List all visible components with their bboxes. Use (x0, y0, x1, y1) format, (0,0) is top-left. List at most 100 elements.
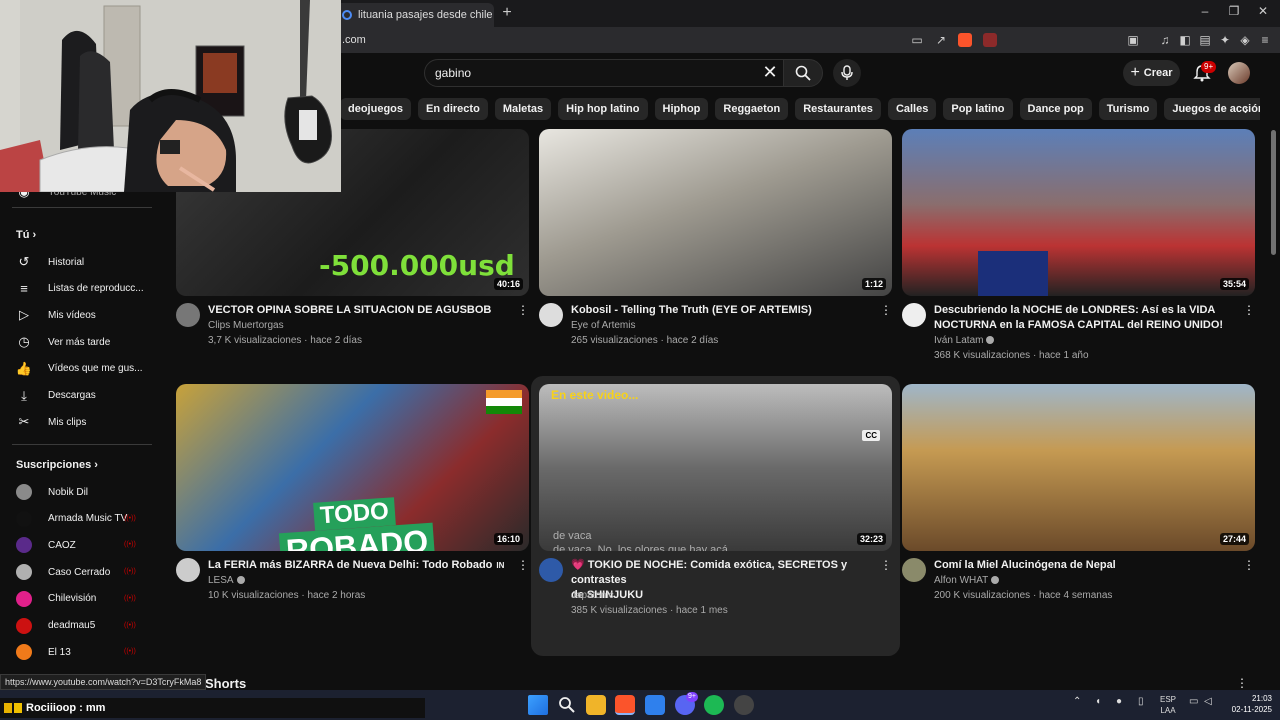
spotify-icon[interactable] (704, 695, 724, 715)
filter-chip[interactable]: Hiphop (654, 98, 709, 120)
filter-chip[interactable]: Restaurantes (795, 98, 881, 120)
channel-avatar[interactable] (176, 303, 200, 327)
video-title[interactable]: Kobosil - Telling The Truth (EYE OF ARTE… (571, 303, 871, 318)
steam-icon[interactable]: ● (1116, 696, 1122, 707)
video-card[interactable]: 1:12 Kobosil - Telling The Truth (EYE OF … (539, 129, 892, 346)
channel-name[interactable]: Alfon WHAT (934, 575, 1000, 586)
taskbar-search-icon[interactable] (557, 695, 577, 715)
headset-icon[interactable]: ◖ (1095, 696, 1101, 707)
microphone-icon[interactable]: ▯ (1138, 696, 1144, 707)
video-title[interactable]: Descubriendo la NOCHE de LONDRES: Así es… (934, 303, 1234, 333)
more-actions-icon[interactable]: ⋮ (517, 303, 529, 317)
brave-rewards-icon[interactable] (983, 33, 997, 47)
url-text[interactable]: .com (342, 34, 366, 46)
share-icon[interactable]: ↗ (934, 33, 948, 47)
channel-avatar[interactable] (902, 303, 926, 327)
filter-chip[interactable]: En directo (418, 98, 488, 120)
filter-chip[interactable]: Hip hop latino (558, 98, 648, 120)
leo-icon[interactable]: ✦ (1218, 33, 1232, 47)
video-thumbnail[interactable]: 27:44 (902, 384, 1255, 551)
video-thumbnail[interactable]: TODO ROBADO 16:10 (176, 384, 529, 551)
more-actions-icon[interactable]: ⋮ (1243, 303, 1255, 317)
subscription-item[interactable]: Nobik Dil (16, 481, 88, 503)
obs-icon[interactable] (734, 695, 754, 715)
channel-name[interactable]: Clips Muertorgas (208, 320, 284, 331)
sidebar-item-my-videos[interactable]: ▷ Mis vídeos (16, 304, 96, 326)
page-scrollbar[interactable] (1271, 130, 1276, 255)
filter-chip[interactable]: Dance pop (1019, 98, 1092, 120)
search-button[interactable] (783, 59, 823, 87)
tray-chevron-up-icon[interactable]: ⌃ (1073, 696, 1081, 707)
photos-app-icon[interactable] (645, 695, 665, 715)
cast-icon[interactable]: ▭ (910, 33, 924, 47)
filter-chip[interactable]: Pop latino (943, 98, 1013, 120)
sidebar-item-clock[interactable]: ◷ Ver más tarde (16, 331, 110, 353)
language-indicator[interactable]: ESP LAA (1160, 694, 1176, 716)
subscription-item[interactable]: CAOZ (16, 534, 76, 556)
video-thumbnail[interactable]: 35:54 (902, 129, 1255, 296)
network-icon[interactable]: ▭ (1189, 696, 1198, 707)
shorts-more-icon[interactable]: ⋮ (1236, 676, 1248, 690)
vpn-icon[interactable]: ◈ (1238, 33, 1252, 47)
subscription-item[interactable]: Armada Music TV (16, 508, 127, 530)
filter-chip[interactable]: Calles (887, 98, 937, 120)
create-button[interactable]: + Crear (1123, 60, 1180, 86)
file-explorer-icon[interactable] (586, 695, 606, 715)
chevron-right-icon[interactable]: › (1244, 101, 1249, 117)
channel-name[interactable]: Eye of Artemis (571, 320, 635, 331)
channel-name[interactable]: LESA (208, 575, 245, 586)
channel-avatar[interactable] (176, 558, 200, 582)
sidebar-item-history[interactable]: ↺ Historial (16, 251, 85, 273)
close-window-icon[interactable]: ✕ (1254, 4, 1272, 18)
menu-icon[interactable]: ≡ (1258, 33, 1272, 47)
subscription-item[interactable]: El 13 (16, 641, 71, 663)
maximize-icon[interactable]: ❐ (1225, 4, 1243, 18)
brave-browser-icon[interactable] (615, 695, 635, 715)
channel-avatar[interactable] (539, 558, 563, 582)
more-actions-icon[interactable]: ⋮ (880, 558, 892, 572)
new-tab-plus-icon[interactable]: + (498, 4, 516, 22)
account-avatar[interactable] (1228, 62, 1250, 84)
taskbar-clock[interactable]: 21:03 02-11-2025 (1222, 693, 1272, 715)
video-card[interactable]: 27:44 Comí la Miel Alucinógena de Nepal Al… (902, 384, 1255, 601)
sidebar-item-download[interactable]: ⤓ Descargas (16, 385, 96, 407)
voice-search-button[interactable] (833, 59, 861, 87)
subscription-item[interactable]: Caso Cerrado (16, 561, 110, 583)
channel-name[interactable]: Japatonic (571, 590, 614, 601)
brave-shields-icon[interactable] (958, 33, 972, 47)
filter-chip[interactable]: deojuegos (340, 98, 412, 120)
channel-name[interactable]: Iván Latam (934, 335, 995, 346)
channel-avatar[interactable] (539, 303, 563, 327)
sidebar-you-heading[interactable]: Tú › (16, 229, 36, 241)
media-icon[interactable]: ♫ (1158, 33, 1172, 47)
video-card[interactable]: TODO ROBADO 16:10 La FERIA más BIZARRA de N… (176, 384, 529, 601)
sidebar-subscriptions-heading[interactable]: Suscripciones › (16, 459, 98, 471)
sidebar-item-scissors[interactable]: ✂ Mis clips (16, 411, 87, 433)
more-actions-icon[interactable]: ⋮ (1243, 558, 1255, 572)
video-title[interactable]: Comí la Miel Alucinógena de Nepal (934, 558, 1234, 573)
filter-chip[interactable]: Turismo (1098, 98, 1158, 120)
video-thumbnail[interactable]: 1:12 (539, 129, 892, 296)
start-windows-icon[interactable] (528, 695, 548, 715)
clear-search-icon[interactable]: ✕ (760, 62, 780, 82)
sidebar-icon[interactable]: ◧ (1178, 33, 1192, 47)
channel-avatar[interactable] (902, 558, 926, 582)
more-actions-icon[interactable]: ⋮ (880, 303, 892, 317)
browser-tab[interactable]: lituania pasajes desde chile - Buscar c (334, 3, 494, 27)
sidebar-item-playlist[interactable]: ≡ Listas de reproducc... (16, 278, 143, 300)
sidebar-item-like[interactable]: 👍 Vídeos que me gus... (16, 358, 143, 380)
video-title[interactable]: VECTOR OPINA SOBRE LA SITUACION DE AGUSB… (208, 303, 508, 318)
filter-chip[interactable]: Reggaeton (715, 98, 789, 120)
minimize-icon[interactable]: – (1196, 4, 1214, 18)
subscription-item[interactable]: Chilevisión (16, 588, 96, 610)
filter-chip[interactable]: Maletas (494, 98, 552, 120)
video-thumbnail[interactable]: En este video... CC de vaca de vaca. No, lo… (539, 384, 892, 551)
video-title[interactable]: 💗 TOKIO DE NOCHE: Comida exótica, SECRET… (571, 558, 871, 603)
search-input[interactable]: gabino (424, 59, 785, 87)
more-actions-icon[interactable]: ⋮ (517, 558, 529, 572)
reader-icon[interactable]: ▣ (1126, 33, 1140, 47)
video-card[interactable]: 35:54 Descubriendo la NOCHE de LONDRES: A… (902, 129, 1255, 361)
volume-icon[interactable]: ◁ (1204, 696, 1212, 707)
video-card[interactable]: En este video... CC de vaca de vaca. No, lo… (531, 376, 900, 656)
subscription-item[interactable]: deadmau5 (16, 615, 95, 637)
